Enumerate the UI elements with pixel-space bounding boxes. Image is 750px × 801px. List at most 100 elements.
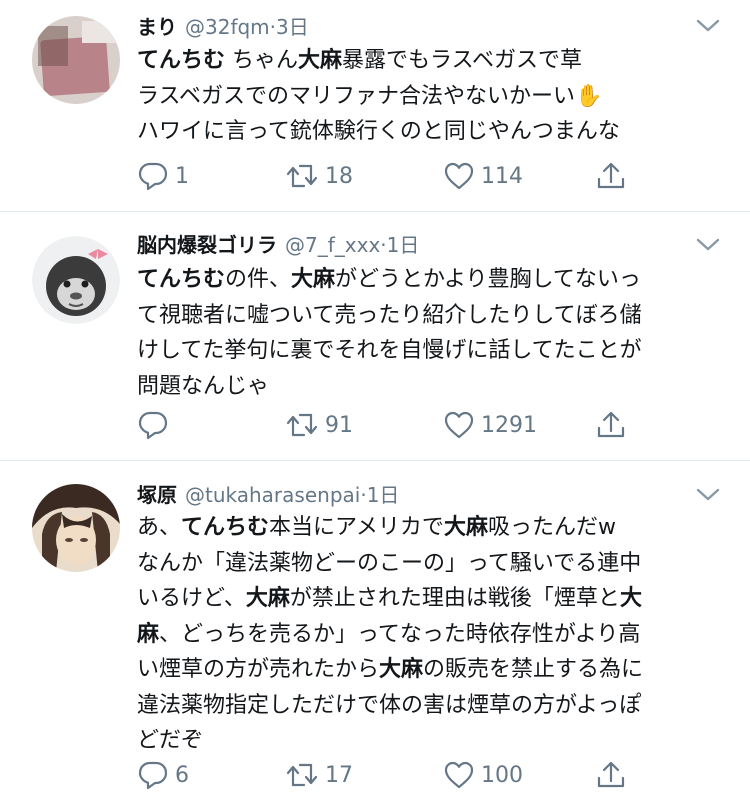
text-segment: が禁止された理由は戦後「煙草と [289, 586, 620, 611]
text-segment: 暴露でもラスベガスで草 [342, 48, 583, 73]
share-icon [595, 160, 627, 192]
keyword-text[interactable]: 大 [620, 586, 642, 611]
tweet-text-line: てんちむの件、大麻がどうとかより豊胸してないっ [137, 262, 717, 298]
like-count: 100 [481, 762, 523, 788]
retweet-button[interactable]: 17 [285, 757, 353, 793]
user-handle[interactable]: @tukaharasenpai [185, 483, 360, 507]
tweet-header: まり @32fqm·3日 [137, 12, 309, 42]
reply-button[interactable]: 1 [137, 158, 189, 194]
tweet-text-line: いるけど、大麻が禁止された理由は戦後「煙草と大 [137, 581, 717, 617]
tweet-text-line: ラスベガスでのマリファナ合法やないかーい✋ [137, 79, 717, 115]
tweet-actions: 6 17 100 [137, 757, 637, 793]
text-segment: がどうとかより豊胸してないっ [335, 267, 641, 292]
retweet-count: 17 [325, 762, 353, 788]
retweet-count: 91 [325, 412, 353, 438]
keyword-text[interactable]: 麻 [137, 622, 159, 647]
avatar[interactable] [32, 236, 120, 324]
text-segment: の販売を禁止する為に [423, 657, 644, 682]
heart-icon [443, 409, 475, 441]
text-segment: ラスベガスでのマリファナ合法やないかーい✋ [137, 83, 603, 109]
text-segment: 問題なんじゃ [137, 373, 270, 399]
tweet-text: てんちむの件、大麻がどうとかより豊胸してないって視聴者に嘘ついて売ったり紹介した… [137, 262, 717, 404]
reply-count: 6 [175, 762, 189, 788]
text-segment: 吸ったんだw [487, 515, 616, 540]
text-segment: あ、 [137, 515, 182, 540]
chevron-down-icon[interactable] [694, 16, 722, 36]
avatar[interactable] [32, 16, 120, 104]
text-segment: の件、 [225, 267, 292, 292]
tweet[interactable]: まり @32fqm·3日 てんちむ ちゃん大麻暴露でもラスベガスで草 ラスベガスでの… [0, 0, 750, 212]
chevron-down-icon[interactable] [694, 485, 722, 505]
tweet-actions: 91 1291 [137, 407, 637, 443]
share-button[interactable] [595, 407, 627, 443]
retweet-button[interactable]: 18 [285, 158, 353, 194]
reply-button[interactable] [137, 407, 175, 443]
keyword-text[interactable]: 大麻 [444, 515, 488, 540]
keyword-text[interactable]: 大麻 [298, 48, 342, 73]
keyword-text[interactable]: てんちむ [137, 267, 225, 292]
chevron-down-icon[interactable] [694, 235, 722, 255]
text-segment: て視聴者に嘘ついて売ったり紹介したりしてぼろ儲 [137, 302, 642, 328]
tweet-text: あ、てんちむ本当にアメリカで大麻吸ったんだw なんか「違法薬物どーのこーの」って騒… [137, 510, 717, 759]
text-segment: い煙草の方が売れたから [137, 657, 380, 682]
tweet-text-line: ハワイに言って銃体験行くのと同じやんつまんな [137, 114, 717, 150]
text-segment: ちゃん [225, 48, 299, 73]
tweet-text-line: なんか「違法薬物どーのこーの」って騒いでる連中 [137, 546, 717, 582]
display-name[interactable]: まり [137, 15, 177, 39]
timestamp[interactable]: 1日 [387, 233, 420, 257]
text-segment: けしてた挙句に裏でそれを自慢げに話してたことが [137, 338, 642, 363]
tweet-text-line: 問題なんじゃ [137, 369, 717, 405]
text-segment: いるけど、 [137, 586, 246, 611]
share-button[interactable] [595, 757, 627, 793]
tweet-text-line: あ、てんちむ本当にアメリカで大麻吸ったんだw [137, 510, 717, 546]
user-handle[interactable]: @32fqm [185, 15, 270, 39]
like-button[interactable]: 100 [443, 757, 523, 793]
text-segment: 本当にアメリカで [269, 515, 444, 540]
share-button[interactable] [595, 158, 627, 194]
tweet-actions: 1 18 114 [137, 158, 637, 194]
display-name[interactable]: 塚原 [137, 483, 177, 507]
text-segment: 違法薬物指定しただけで体の害は煙草の方がよっぽ [137, 692, 642, 718]
reply-button[interactable]: 6 [137, 757, 189, 793]
text-segment: ハワイに言って銃体験行くのと同じやんつまんな [137, 119, 620, 144]
tweet-text-line: けしてた挙句に裏でそれを自慢げに話してたことが [137, 333, 717, 369]
keyword-text[interactable]: 大麻 [291, 267, 335, 292]
like-button[interactable]: 1291 [443, 407, 537, 443]
reply-count: 1 [175, 163, 189, 189]
share-icon [595, 759, 627, 791]
keyword-text[interactable]: てんちむ [137, 48, 225, 73]
heart-icon [443, 160, 475, 192]
like-button[interactable]: 114 [443, 158, 523, 194]
heart-icon [443, 759, 475, 791]
retweet-icon [285, 160, 319, 192]
retweet-icon [285, 409, 319, 441]
tweet-text-line: てんちむ ちゃん大麻暴露でもラスベガスで草 [137, 43, 717, 79]
text-segment: なんか「違法薬物どーのこーの」って騒いでる連中 [137, 550, 642, 576]
reply-icon [137, 759, 169, 791]
timestamp[interactable]: 3日 [276, 15, 309, 39]
timestamp[interactable]: 1日 [367, 483, 400, 507]
retweet-icon [285, 759, 319, 791]
tweet-text-line: どだぞ [137, 723, 717, 759]
text-segment: 、どっちを売るか」ってなった時依存性がより高 [159, 621, 641, 647]
tweet-text-line: 麻、どっちを売るか」ってなった時依存性がより高 [137, 617, 717, 653]
text-segment: どだぞ [137, 728, 204, 753]
tweet-text: てんちむ ちゃん大麻暴露でもラスベガスで草ラスベガスでのマリファナ合法やないかー… [137, 43, 717, 150]
share-icon [595, 409, 627, 441]
like-count: 114 [481, 163, 523, 189]
display-name[interactable]: 脳内爆裂ゴリラ [137, 233, 277, 257]
reply-icon [137, 160, 169, 192]
reply-icon [137, 409, 169, 441]
user-handle[interactable]: @7_f_xxx [285, 233, 380, 257]
keyword-text[interactable]: てんちむ [181, 515, 269, 540]
keyword-text[interactable]: 大麻 [379, 657, 423, 682]
avatar[interactable] [32, 484, 120, 572]
tweet-header: 塚原 @tukaharasenpai·1日 [137, 480, 399, 510]
keyword-text[interactable]: 大麻 [246, 586, 290, 611]
like-count: 1291 [481, 412, 537, 438]
retweet-button[interactable]: 91 [285, 407, 353, 443]
tweet-header: 脳内爆裂ゴリラ @7_f_xxx·1日 [137, 230, 419, 260]
retweet-count: 18 [325, 163, 353, 189]
tweet-text-line: い煙草の方が売れたから大麻の販売を禁止する為に [137, 652, 717, 688]
tweet-text-line: て視聴者に嘘ついて売ったり紹介したりしてぼろ儲 [137, 298, 717, 334]
